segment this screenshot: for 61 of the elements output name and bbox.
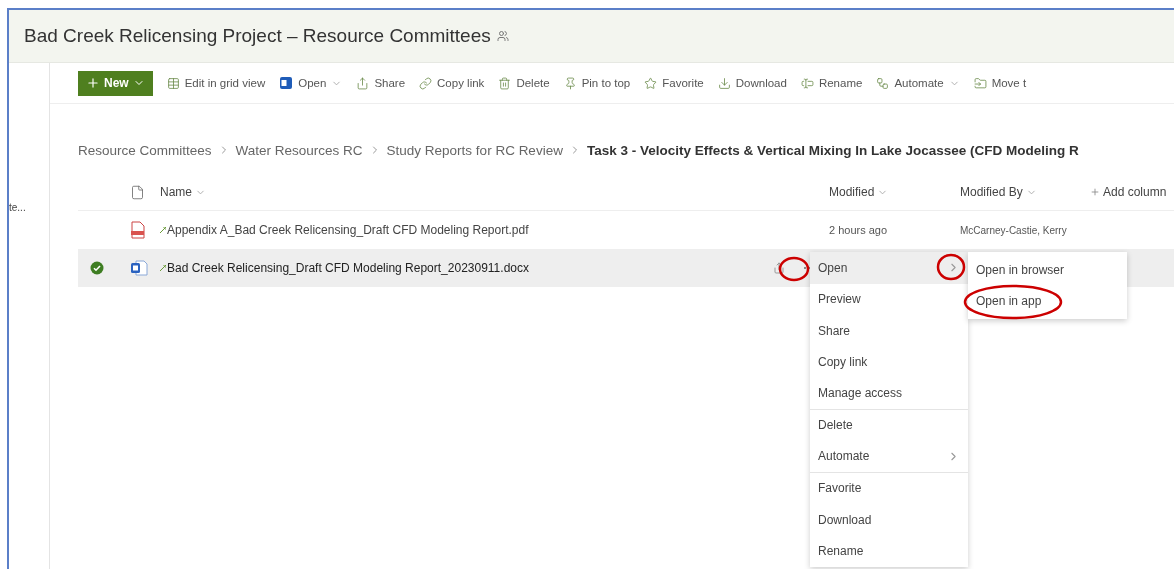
- breadcrumb-link[interactable]: Task 3 - Velocity Effects & Vertical Mixing In Lake Jocassee (CFD Modeling R: [586, 142, 1079, 158]
- menu-item[interactable]: Open: [810, 252, 968, 284]
- modified-by: McCarney-Castie, Kerry: [960, 224, 1068, 236]
- toolbar-button[interactable]: Download: [717, 76, 787, 90]
- menu-item[interactable]: Share: [810, 315, 968, 347]
- sync-arrow-icon: [160, 227, 166, 233]
- link-icon: [419, 76, 433, 90]
- toolbar-button[interactable]: Rename: [800, 76, 863, 90]
- menu-item[interactable]: Manage access: [810, 378, 968, 410]
- folder-icon: [973, 76, 987, 90]
- rename-icon: [800, 76, 814, 90]
- column-header[interactable]: Modified By: [960, 185, 1037, 199]
- file-row[interactable]: Appendix A_Bad Creek Relicensing_Draft CFD Modeling Report.pdf 2 hours ago McCarney-Castie, Kerry: [78, 211, 1174, 249]
- menu-item[interactable]: Download: [810, 504, 968, 536]
- menu-item[interactable]: Open in browser: [968, 254, 1127, 286]
- menu-item[interactable]: Copy link: [810, 346, 968, 378]
- menu-item[interactable]: Preview: [810, 283, 968, 315]
- breadcrumb-link[interactable]: Study Reports for RC Review: [386, 142, 563, 158]
- menu-item[interactable]: Automate: [810, 441, 968, 473]
- toolbar-button[interactable]: Copy link: [419, 76, 485, 90]
- share-icon[interactable]: [773, 262, 785, 274]
- word-icon: [279, 76, 294, 90]
- column-header[interactable]: Name: [160, 185, 206, 199]
- menu-item[interactable]: Rename: [810, 535, 968, 567]
- breadcrumb-link[interactable]: Resource Committees: [78, 142, 212, 158]
- toolbar-button[interactable]: Share: [356, 76, 406, 90]
- sidebar-item[interactable]: te...: [9, 188, 49, 226]
- grid-icon: [166, 76, 180, 90]
- menu-item[interactable]: Favorite: [810, 472, 968, 504]
- trash-icon: [498, 76, 512, 90]
- share-icon: [356, 76, 370, 90]
- plus-icon: [86, 76, 100, 90]
- menu-item[interactable]: Delete: [810, 409, 968, 441]
- breadcrumb-link[interactable]: Water Resources RC: [235, 142, 363, 158]
- toolbar-button[interactable]: Automate: [876, 76, 960, 90]
- sync-arrow-icon: [160, 265, 166, 271]
- download-icon: [717, 76, 731, 90]
- star-icon: [644, 76, 658, 90]
- annotation-circle: [778, 256, 810, 282]
- toolbar-button[interactable]: Edit in grid view: [166, 76, 266, 90]
- new-button[interactable]: New: [78, 70, 153, 96]
- plus-icon: [1090, 187, 1100, 197]
- pdf-file-icon: [130, 221, 146, 239]
- add-column-button[interactable]: Add column: [1090, 185, 1167, 199]
- file-name[interactable]: Appendix A_Bad Creek Relicensing_Draft CFD Modeling Report.pdf: [167, 223, 529, 237]
- toolbar-button[interactable]: Move t: [973, 76, 1027, 90]
- people-icon: [496, 30, 509, 42]
- toolbar-button[interactable]: Delete: [498, 76, 550, 90]
- column-header[interactable]: Modified: [829, 185, 889, 199]
- modified-date: 2 hours ago: [829, 224, 889, 236]
- flow-icon: [876, 76, 890, 90]
- toolbar-button[interactable]: Pin to top: [563, 76, 631, 90]
- toolbar-button[interactable]: Favorite: [644, 76, 704, 90]
- word-file-icon: [130, 260, 148, 276]
- annotation-circle: [936, 253, 966, 281]
- file-name[interactable]: Bad Creek Relicensing_Draft CFD Modeling Report_20230911.docx: [167, 261, 529, 275]
- site-title: Bad Creek Relicensing Project – Resource Committees: [24, 25, 491, 47]
- pin-icon: [563, 76, 577, 90]
- checkmark-icon: [90, 261, 104, 275]
- toolbar-button[interactable]: Open: [279, 76, 343, 90]
- file-type-icon: [130, 184, 145, 200]
